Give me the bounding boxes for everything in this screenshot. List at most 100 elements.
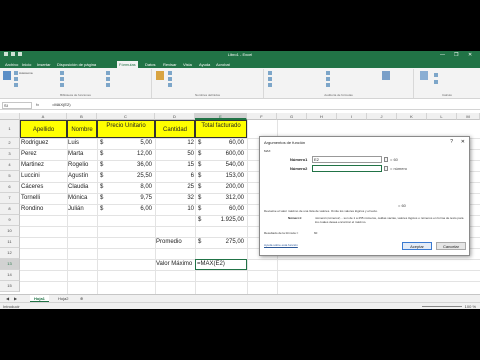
total-currency-cell[interactable]: $ <box>197 138 207 149</box>
total-currency-cell[interactable]: $ <box>197 149 207 160</box>
precio-currency-cell[interactable]: $ <box>99 182 109 193</box>
row-header[interactable]: 8 <box>0 204 20 215</box>
apellido-cell[interactable]: Martinez <box>20 160 67 171</box>
promedio-label[interactable]: Promedio <box>155 237 195 248</box>
row-header[interactable]: 4 <box>0 160 20 171</box>
row-header[interactable]: 12 <box>0 248 20 259</box>
nombre-cell[interactable]: Luis <box>67 138 97 149</box>
date-button[interactable] <box>60 83 65 88</box>
cantidad-cell[interactable]: 6 <box>155 171 195 182</box>
precio-value-cell[interactable]: 9,75 <box>109 193 153 204</box>
row-header[interactable]: 6 <box>0 182 20 193</box>
zoom-level[interactable]: 100 % <box>465 304 476 309</box>
row-header[interactable]: 10 <box>0 226 20 237</box>
nombre-cell[interactable]: Agustín <box>67 171 97 182</box>
close-icon[interactable]: ✕ <box>461 139 465 145</box>
text-button[interactable] <box>60 77 65 82</box>
close-button[interactable]: ✕ <box>468 52 472 58</box>
precio-currency-cell[interactable]: $ <box>99 149 109 160</box>
financial-button[interactable] <box>14 83 19 88</box>
watch-window-icon[interactable] <box>382 71 390 80</box>
precio-value-cell[interactable]: 6,00 <box>109 204 153 215</box>
total-value-cell[interactable]: 153,00 <box>207 171 245 182</box>
collapse-dialog-icon[interactable] <box>384 157 388 162</box>
tab-revisar[interactable]: Revisar <box>161 61 179 68</box>
column-header[interactable]: M <box>457 113 480 120</box>
select-all-corner[interactable] <box>0 113 20 120</box>
promedio-value[interactable]: 275,00 <box>207 237 245 248</box>
cantidad-cell[interactable]: 32 <box>155 193 195 204</box>
remove-arrows-button[interactable] <box>268 83 273 88</box>
nombre-cell[interactable]: Marta <box>67 149 97 160</box>
row-header[interactable]: 14 <box>0 270 20 281</box>
error-check-button[interactable] <box>326 77 331 82</box>
nombre-cell[interactable]: Mónica <box>67 193 97 204</box>
logical-button[interactable] <box>60 71 65 76</box>
total-value-cell[interactable]: 60,00 <box>207 204 245 215</box>
column-header[interactable]: D <box>155 113 195 120</box>
row-header[interactable]: 15 <box>0 281 20 292</box>
nombre-cell[interactable]: Claudia <box>67 182 97 193</box>
precio-value-cell[interactable]: 25,50 <box>109 171 153 182</box>
calculate-sheet-button[interactable] <box>434 80 439 85</box>
cantidad-cell[interactable]: 50 <box>155 149 195 160</box>
trace-precedents-button[interactable] <box>268 71 273 76</box>
total-value-cell[interactable]: 312,00 <box>207 193 245 204</box>
sheet-tab-hoja1[interactable]: Hoja1 <box>30 295 49 302</box>
name-box[interactable]: SI <box>2 102 32 109</box>
ok-button[interactable]: Aceptar <box>402 242 432 250</box>
more-functions-button[interactable] <box>106 83 111 88</box>
column-header[interactable]: K <box>397 113 427 120</box>
help-link[interactable]: Ayuda sobre esta función <box>264 243 298 247</box>
cantidad-cell[interactable]: 25 <box>155 182 195 193</box>
lookup-button[interactable] <box>106 71 111 76</box>
precio-currency-cell[interactable]: $ <box>99 193 109 204</box>
create-from-selection-button[interactable] <box>168 83 173 88</box>
tab-inicio[interactable]: Inicio <box>20 61 33 68</box>
math-button[interactable] <box>106 77 111 82</box>
total-currency-cell[interactable]: $ <box>197 182 207 193</box>
tab-vista[interactable]: Vista <box>181 61 194 68</box>
cantidad-cell[interactable]: 15 <box>155 160 195 171</box>
column-header[interactable]: C <box>97 113 155 120</box>
sheet-nav-next-icon[interactable]: ▶ <box>10 295 21 302</box>
sheet-tab-hoja2[interactable]: Hoja2 <box>54 295 72 302</box>
column-header[interactable]: F <box>247 113 277 120</box>
apellido-cell[interactable]: Tornelli <box>20 193 67 204</box>
header-cell-total[interactable]: Total facturado <box>195 120 247 138</box>
total-value[interactable]: 1.925,00 <box>207 215 245 226</box>
name-manager-icon[interactable] <box>156 71 164 80</box>
nombre-cell[interactable]: Julián <box>67 204 97 215</box>
row-header[interactable]: 9 <box>0 215 20 226</box>
header-cell-cantidad[interactable]: Cantidad <box>155 120 195 138</box>
help-icon[interactable]: ? <box>450 139 453 145</box>
precio-currency-cell[interactable]: $ <box>99 138 109 149</box>
row-header[interactable]: 5 <box>0 171 20 182</box>
precio-value-cell[interactable]: 8,00 <box>109 182 153 193</box>
evaluate-formula-button[interactable] <box>326 83 331 88</box>
total-currency[interactable]: $ <box>197 215 207 226</box>
column-header[interactable]: A <box>20 113 67 120</box>
header-cell-apellido[interactable]: Apellido <box>20 120 67 138</box>
column-header[interactable]: B <box>67 113 97 120</box>
calculation-options-icon[interactable] <box>420 71 428 80</box>
total-value-cell[interactable]: 540,00 <box>207 160 245 171</box>
row-header[interactable]: 7 <box>0 193 20 204</box>
trace-dependents-button[interactable] <box>268 77 273 82</box>
maximize-button[interactable]: ❐ <box>454 52 458 58</box>
minimize-button[interactable]: — <box>440 52 445 58</box>
row-header[interactable]: 1 <box>0 120 20 138</box>
precio-currency-cell[interactable]: $ <box>99 171 109 182</box>
use-in-formula-button[interactable] <box>168 77 173 82</box>
promedio-currency[interactable]: $ <box>197 237 207 248</box>
total-value-cell[interactable]: 200,00 <box>207 182 245 193</box>
active-cell-max[interactable]: =MAX(E2) <box>195 259 247 270</box>
total-value-cell[interactable]: 600,00 <box>207 149 245 160</box>
zoom-slider[interactable] <box>422 306 462 307</box>
tab-datos[interactable]: Datos <box>143 61 157 68</box>
tab-disposicion[interactable]: Disposición de página <box>55 61 98 68</box>
formula-input[interactable]: =MAX(E2) <box>52 102 71 108</box>
cancel-button[interactable]: Cancelar <box>436 242 466 250</box>
precio-currency-cell[interactable]: $ <box>99 204 109 215</box>
precio-value-cell[interactable]: 36,00 <box>109 160 153 171</box>
